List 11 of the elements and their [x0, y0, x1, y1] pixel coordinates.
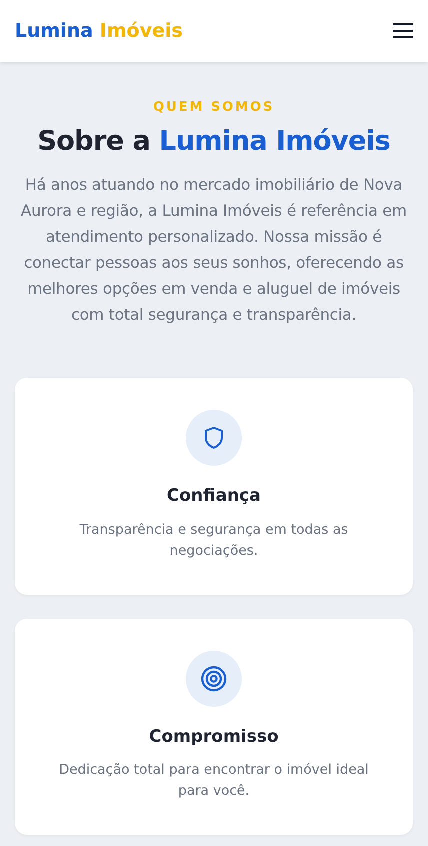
card-title: Compromisso: [149, 726, 279, 748]
card-title: Confiança: [167, 485, 261, 508]
section-eyebrow: QUEM SOMOS: [152, 99, 276, 117]
about-paragraph: Há anos atuando no mercado imobiliário de Nova Aurora e região, a Lumina Imóveis é referência em atendimento personalizado. Nossa missão é conectar pessoas aos seus sonhos, oferecendo as melhores opções em venda e aluguel de imóveis com total segurança e transparência.: [20, 175, 408, 326]
menu-icon[interactable]: [393, 23, 413, 39]
card-description: Transparência e segurança em todas as negociações.: [78, 520, 350, 560]
logo[interactable]: Lumina Imóveis: [15, 16, 183, 46]
card-description: Dedicação total para encontrar o imóvel ideal para você.: [58, 761, 370, 801]
shield-icon: [203, 426, 225, 450]
section-title: Sobre a Lumina Imóveis: [36, 124, 392, 158]
target-icon: [201, 666, 227, 692]
